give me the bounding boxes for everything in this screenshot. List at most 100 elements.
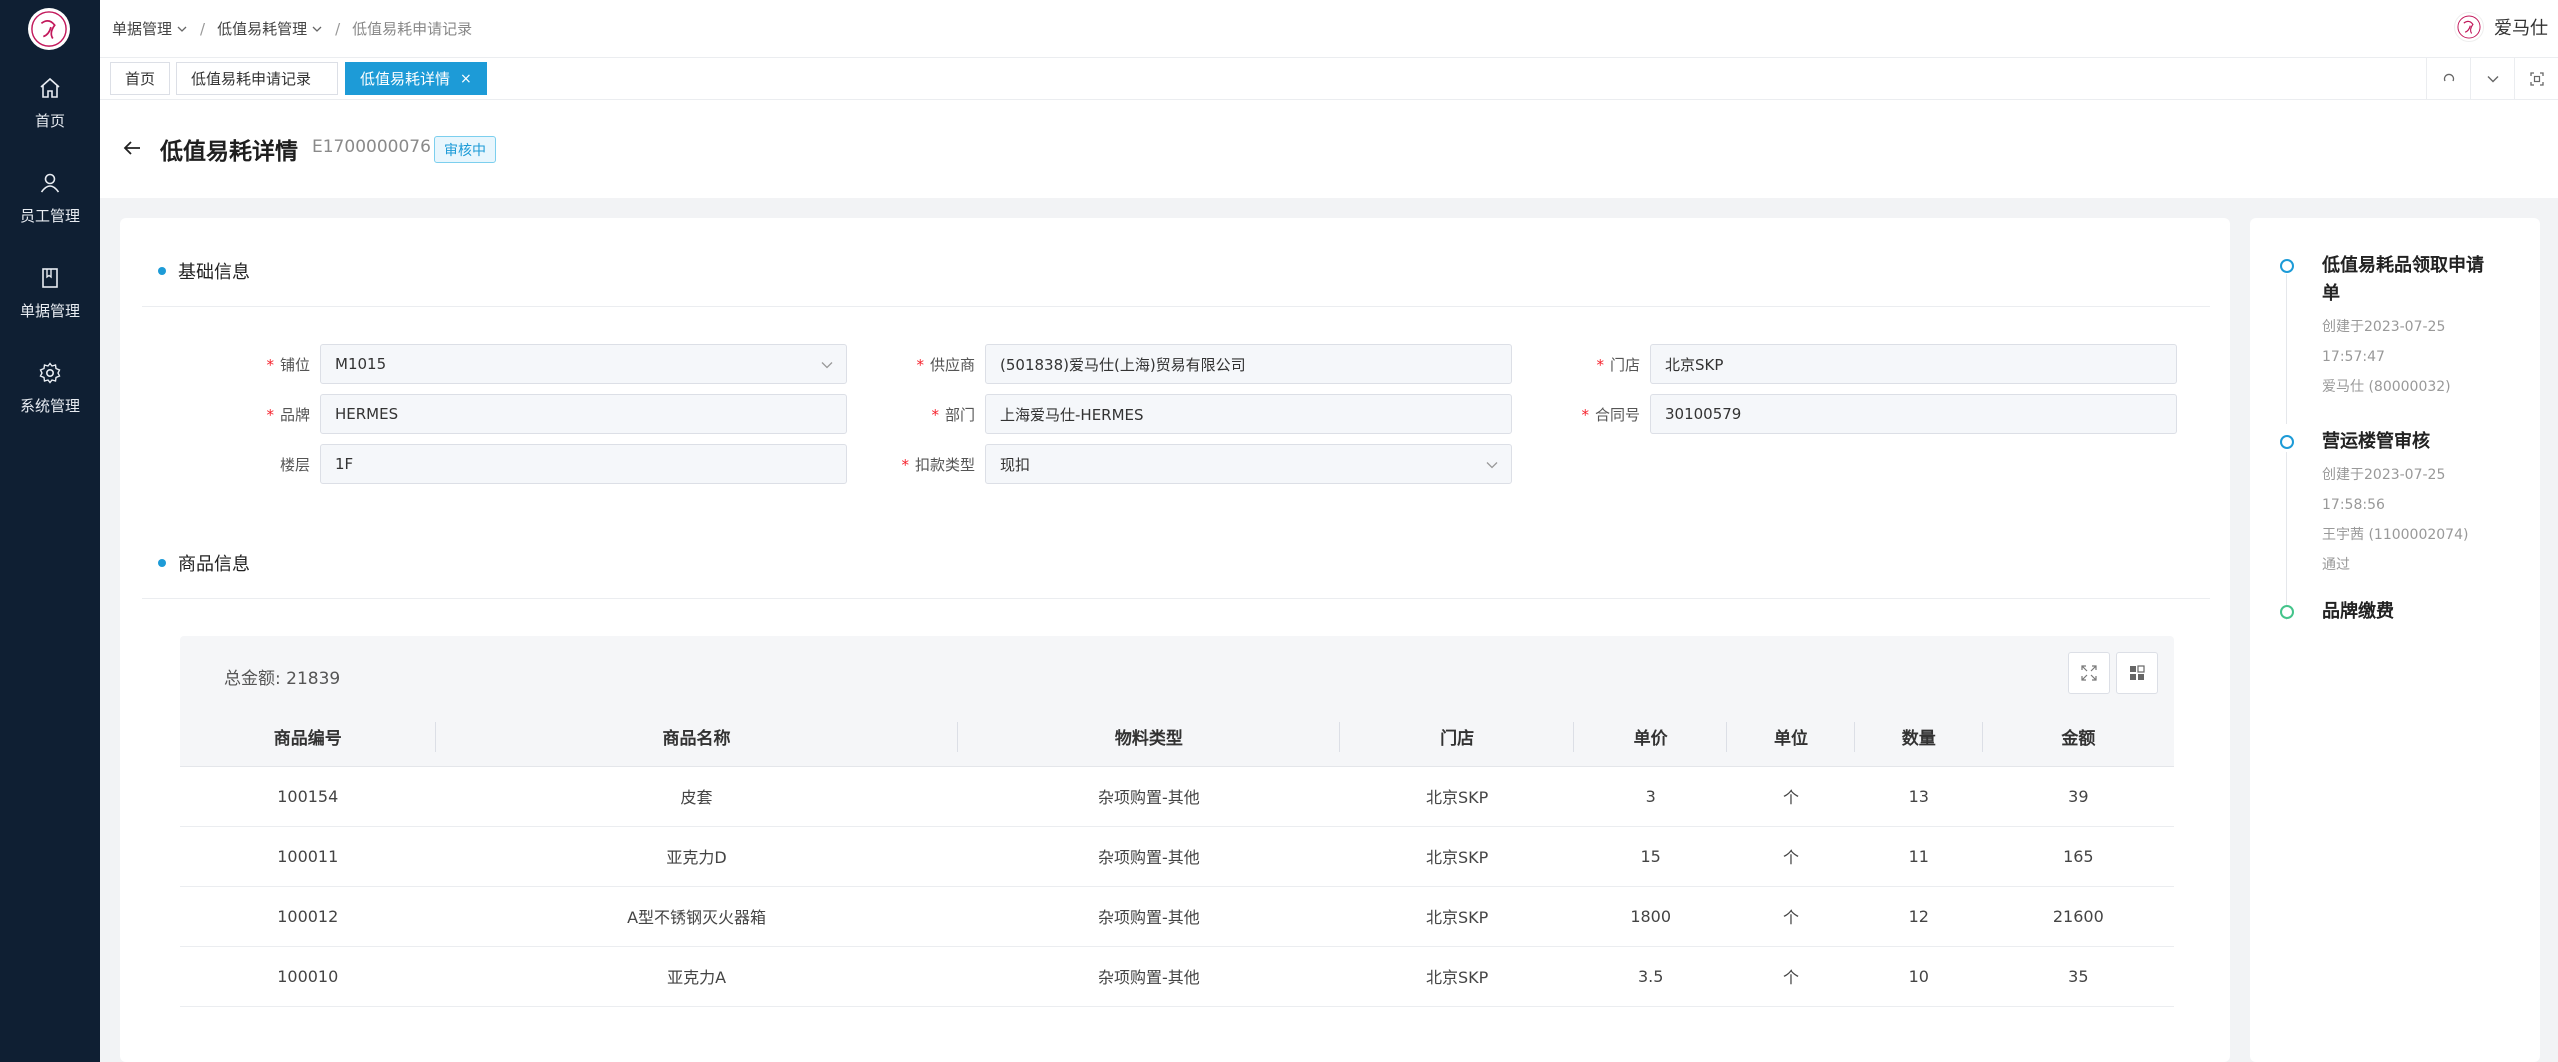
field-label-text: 合同号 bbox=[1594, 405, 1640, 424]
table-cell: 亚克力A bbox=[435, 946, 958, 1007]
field-value: (501838)爱马仕(上海)贸易有限公司 bbox=[1000, 355, 1246, 374]
table-cell: 12 bbox=[1854, 886, 1983, 947]
table-cell: 杂项购置-其他 bbox=[957, 886, 1341, 947]
chevron-down-icon bbox=[1486, 462, 1498, 469]
column-header: 商品编号 bbox=[180, 708, 436, 767]
department-field[interactable]: 上海爱马仕-HERMES bbox=[985, 394, 1512, 434]
table-cell: 100012 bbox=[180, 886, 436, 947]
section-dot bbox=[158, 267, 166, 275]
required-mark: * bbox=[1581, 405, 1589, 424]
brand-logo[interactable] bbox=[28, 8, 70, 50]
timeline-connector bbox=[2286, 274, 2287, 424]
table-row: 100154 皮套 杂项购置-其他 北京SKP 3 个 13 39 bbox=[180, 766, 2174, 827]
breadcrumb-label: 低值易耗管理 bbox=[217, 20, 308, 38]
store-field[interactable]: 北京SKP bbox=[1650, 344, 2177, 384]
supplier-field[interactable]: (501838)爱马仕(上海)贸易有限公司 bbox=[985, 344, 1512, 384]
field-deduction-type: * 扣款类型 现扣 bbox=[785, 444, 1512, 484]
tabs-dropdown-button[interactable] bbox=[2470, 58, 2514, 100]
table-header-row: 商品编号 商品名称 物料类型 门店 单价 单位 数量 金额 bbox=[180, 708, 2174, 767]
required-mark: * bbox=[1596, 355, 1604, 374]
brand-avatar-icon bbox=[2457, 15, 2481, 39]
field-label-text: 扣款类型 bbox=[914, 455, 975, 474]
refresh-button[interactable] bbox=[2426, 58, 2470, 100]
column-settings-button[interactable] bbox=[2116, 652, 2158, 694]
grid-settings-icon bbox=[2130, 665, 2145, 680]
section-divider bbox=[142, 598, 2210, 599]
sidebar-item-home[interactable]: 首页 bbox=[0, 72, 100, 152]
section-divider bbox=[142, 306, 2210, 307]
timeline-title: 营运楼管审核 bbox=[2322, 431, 2430, 452]
fullscreen-button[interactable] bbox=[2514, 58, 2558, 100]
breadcrumb-item-low-value[interactable]: 低值易耗管理 bbox=[217, 18, 323, 39]
chevron-down-icon bbox=[312, 26, 322, 32]
field-value: 北京SKP bbox=[1665, 355, 1724, 374]
breadcrumb-separator: / bbox=[335, 19, 341, 38]
section-title: 基础信息 bbox=[178, 262, 250, 283]
sidebar-item-employees[interactable]: 员工管理 bbox=[0, 167, 100, 247]
field-supplier: * 供应商 (501838)爱马仕(上海)贸易有限公司 bbox=[785, 344, 1512, 384]
user-menu[interactable]: 爱马仕 bbox=[2454, 12, 2548, 42]
tab-low-value-records[interactable]: 低值易耗申请记录 bbox=[176, 62, 338, 95]
table-cell: 21600 bbox=[1982, 886, 2174, 947]
field-label: * 铺位 bbox=[120, 354, 320, 375]
field-store: * 门店 北京SKP bbox=[1450, 344, 2177, 384]
total-value: 21839 bbox=[286, 669, 341, 689]
brand-field[interactable]: HERMES bbox=[320, 394, 847, 434]
tab-home[interactable]: 首页 bbox=[110, 62, 171, 95]
timeline-meta: 17:58:56 bbox=[2322, 497, 2385, 513]
required-mark: * bbox=[266, 405, 274, 424]
tab-label: 低值易耗详情 bbox=[360, 70, 451, 88]
field-label: * 品牌 bbox=[120, 404, 320, 425]
section-dot bbox=[158, 559, 166, 567]
table-cell: 100010 bbox=[180, 946, 436, 1007]
detail-card: 基础信息 * 铺位 M1015 * 供应商 (501838)爱马仕(上海)贸易有限公… bbox=[120, 218, 2230, 1062]
field-berth: * 铺位 M1015 bbox=[120, 344, 847, 384]
breadcrumb-item-documents[interactable]: 单据管理 bbox=[112, 18, 188, 39]
tab-label: 低值易耗申请记录 bbox=[191, 70, 312, 88]
close-icon[interactable]: × bbox=[460, 71, 472, 87]
refresh-icon bbox=[2443, 73, 2454, 82]
table-cell: 个 bbox=[1727, 826, 1855, 887]
field-value: 上海爱马仕-HERMES bbox=[1000, 405, 1144, 424]
contract-no-field[interactable]: 30100579 bbox=[1650, 394, 2177, 434]
page-title: 低值易耗详情 bbox=[160, 139, 298, 165]
table-cell: 1800 bbox=[1574, 886, 1728, 947]
field-department: * 部门 上海爱马仕-HERMES bbox=[785, 394, 1512, 434]
order-number: E1700000076 bbox=[312, 137, 431, 157]
breadcrumb: 单据管理 / 低值易耗管理 / 低值易耗申请记录 bbox=[112, 18, 472, 39]
table-cell: A型不锈钢灭火器箱 bbox=[435, 886, 958, 947]
table-row: 100010 亚克力A 杂项购置-其他 北京SKP 3.5 个 10 35 bbox=[180, 946, 2174, 1007]
berth-select[interactable]: M1015 bbox=[320, 344, 847, 384]
field-label-text: 铺位 bbox=[279, 355, 310, 374]
sidebar-item-system[interactable]: 系统管理 bbox=[0, 357, 100, 437]
avatar bbox=[2454, 12, 2484, 42]
column-header: 数量 bbox=[1854, 708, 1983, 767]
field-label-text: 品牌 bbox=[279, 405, 310, 424]
timeline-dot bbox=[2280, 435, 2294, 449]
table-cell: 北京SKP bbox=[1340, 766, 1575, 827]
table-cell: 杂项购置-其他 bbox=[957, 826, 1341, 887]
floor-field[interactable]: 1F bbox=[320, 444, 847, 484]
table-cell: 个 bbox=[1727, 766, 1855, 827]
field-value: M1015 bbox=[335, 355, 387, 373]
timeline-meta: 通过 bbox=[2322, 557, 2350, 573]
sidebar-item-label: 首页 bbox=[34, 112, 65, 130]
section-title: 商品信息 bbox=[178, 554, 250, 575]
table-tools bbox=[2062, 652, 2158, 694]
sidebar-item-documents[interactable]: 单据管理 bbox=[0, 262, 100, 342]
timeline-connector bbox=[2286, 452, 2287, 620]
chevron-down-icon bbox=[177, 26, 187, 32]
table-fullscreen-button[interactable] bbox=[2068, 652, 2110, 694]
tab-low-value-detail[interactable]: 低值易耗详情 × bbox=[345, 62, 487, 95]
chevron-down-icon bbox=[2487, 76, 2498, 83]
field-label: * 门店 bbox=[1450, 354, 1650, 375]
table-cell: 3.5 bbox=[1574, 946, 1728, 1007]
goods-table-container: 总金额: 21839 商品编号 商品名称 物料类型 门店 单价 单位 数量 金额… bbox=[180, 636, 2174, 1062]
total-amount: 总金额: 21839 bbox=[224, 664, 340, 689]
deduction-type-select[interactable]: 现扣 bbox=[985, 444, 1512, 484]
column-header: 商品名称 bbox=[435, 708, 958, 767]
table-cell: 杂项购置-其他 bbox=[957, 946, 1341, 1007]
table-cell: 100011 bbox=[180, 826, 436, 887]
back-arrow-icon[interactable] bbox=[120, 136, 144, 160]
timeline-meta: 爱马仕 (80000032) bbox=[2322, 379, 2451, 395]
